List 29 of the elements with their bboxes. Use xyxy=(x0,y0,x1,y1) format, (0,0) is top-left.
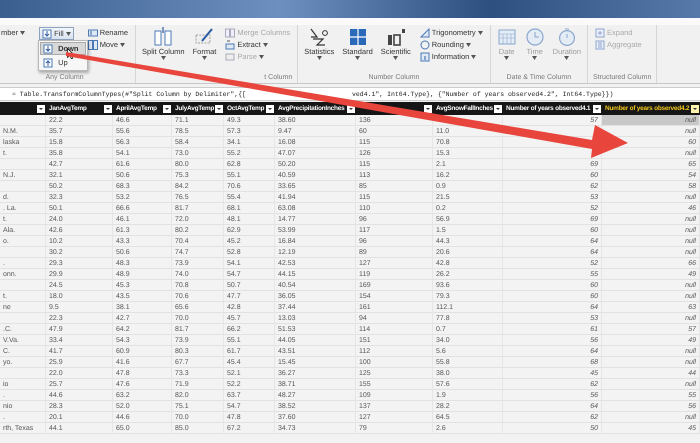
parse-icon xyxy=(225,52,236,62)
extract-icon xyxy=(225,40,236,50)
filter-button[interactable] xyxy=(424,104,432,112)
split-column-icon xyxy=(153,27,174,47)
aggregate-icon xyxy=(595,40,606,50)
table-cell xyxy=(0,115,46,126)
filter-button[interactable] xyxy=(593,104,601,112)
merge-icon xyxy=(225,28,236,38)
move-icon xyxy=(88,40,98,50)
filter-button[interactable] xyxy=(104,104,112,112)
calendar-icon xyxy=(496,27,517,47)
exponent-icon xyxy=(386,27,406,47)
filter-button[interactable] xyxy=(494,104,502,112)
sigma-icon xyxy=(309,27,330,47)
arrow-up-icon xyxy=(43,58,54,68)
arrow-down-icon xyxy=(43,44,54,54)
filter-button[interactable] xyxy=(215,104,223,112)
expand-icon xyxy=(595,28,606,38)
rename-icon xyxy=(88,28,98,38)
clock-icon xyxy=(524,27,545,47)
stopwatch-icon xyxy=(556,27,577,47)
info-icon xyxy=(420,52,430,62)
rounding-icon xyxy=(420,40,430,50)
triangle-icon xyxy=(420,28,430,38)
filter-button[interactable] xyxy=(266,104,274,112)
filter-button[interactable] xyxy=(691,104,699,112)
filter-button[interactable] xyxy=(163,104,171,112)
grid-icon xyxy=(348,27,368,47)
filter-button[interactable] xyxy=(37,104,45,112)
